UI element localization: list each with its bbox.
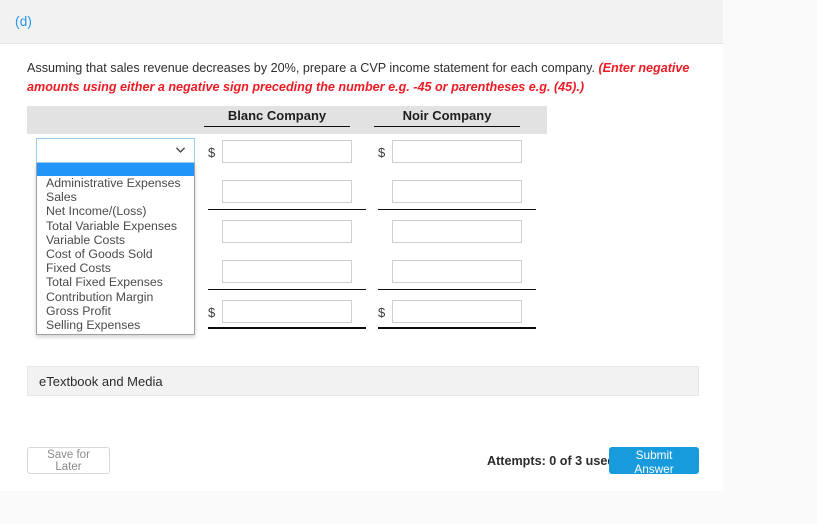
dropdown-option-total-fixed-expenses[interactable]: Total Fixed Expenses bbox=[37, 275, 194, 289]
dropdown-option-variable-costs[interactable]: Variable Costs bbox=[37, 233, 194, 247]
dropdown-option-fixed-costs[interactable]: Fixed Costs bbox=[37, 261, 194, 275]
account-select-wrapper: Administrative Expenses Sales Net Income… bbox=[36, 138, 195, 336]
subtotal-rule-blanc bbox=[208, 289, 366, 290]
column-header-blanc-company: Blanc Company bbox=[204, 108, 350, 127]
input-noir-row-4[interactable] bbox=[392, 260, 522, 283]
submit-answer-button[interactable]: Submit Answer bbox=[609, 447, 699, 476]
part-label: (d) bbox=[15, 14, 33, 29]
instruction-main: Assuming that sales revenue decreases by… bbox=[27, 61, 599, 75]
input-blanc-row-2[interactable] bbox=[222, 180, 352, 203]
dropdown-option-blank[interactable] bbox=[37, 163, 194, 176]
dropdown-option-net-income-loss[interactable]: Net Income/(Loss) bbox=[37, 204, 194, 218]
dropdown-option-total-variable-expenses[interactable]: Total Variable Expenses bbox=[37, 219, 194, 233]
dropdown-option-sales[interactable]: Sales bbox=[37, 190, 194, 204]
total-rule-blanc bbox=[208, 327, 366, 329]
instruction-text: Assuming that sales revenue decreases by… bbox=[27, 59, 699, 97]
card-body: Assuming that sales revenue decreases by… bbox=[0, 44, 723, 491]
account-name-select[interactable] bbox=[36, 138, 195, 163]
input-blanc-row-3[interactable] bbox=[222, 220, 352, 243]
input-noir-row-3[interactable] bbox=[392, 220, 522, 243]
dropdown-option-cost-of-goods-sold[interactable]: Cost of Goods Sold bbox=[37, 247, 194, 261]
subtotal-rule-noir bbox=[378, 289, 536, 290]
input-noir-row-5[interactable] bbox=[392, 300, 522, 323]
subtotal-rule-noir bbox=[378, 209, 536, 210]
dropdown-option-gross-profit[interactable]: Gross Profit bbox=[37, 304, 194, 318]
column-header-noir-company: Noir Company bbox=[374, 108, 520, 127]
input-blanc-row-1[interactable] bbox=[222, 140, 352, 163]
dollar-sign: $ bbox=[208, 305, 216, 320]
input-noir-row-1[interactable] bbox=[392, 140, 522, 163]
table-header-row: Blanc Company Noir Company bbox=[27, 106, 547, 134]
card-header: (d) bbox=[0, 0, 723, 44]
dollar-sign: $ bbox=[378, 145, 386, 160]
subtotal-rule-blanc bbox=[208, 209, 366, 210]
etextbook-and-media-bar[interactable]: eTextbook and Media bbox=[27, 366, 699, 396]
dropdown-option-selling-expenses[interactable]: Selling Expenses bbox=[37, 318, 194, 332]
table-row: Administrative Expenses Sales Net Income… bbox=[27, 134, 547, 336]
account-options-dropdown[interactable]: Administrative Expenses Sales Net Income… bbox=[36, 163, 195, 336]
chevron-down-icon bbox=[175, 147, 186, 153]
question-card: (d) Assuming that sales revenue decrease… bbox=[0, 0, 723, 491]
input-blanc-row-4[interactable] bbox=[222, 260, 352, 283]
dollar-sign: $ bbox=[378, 305, 386, 320]
etextbook-label: eTextbook and Media bbox=[39, 374, 163, 389]
save-for-later-button[interactable]: Save for Later bbox=[27, 447, 110, 474]
input-blanc-row-5[interactable] bbox=[222, 300, 352, 323]
dropdown-option-contribution-margin[interactable]: Contribution Margin bbox=[37, 290, 194, 304]
attempts-status: Attempts: 0 of 3 used bbox=[487, 454, 616, 468]
input-noir-row-2[interactable] bbox=[392, 180, 522, 203]
dollar-sign: $ bbox=[208, 145, 216, 160]
dropdown-option-administrative-expenses[interactable]: Administrative Expenses bbox=[37, 176, 194, 190]
cvp-income-statement-table: Blanc Company Noir Company Administrativ… bbox=[27, 106, 547, 336]
total-rule-noir bbox=[378, 327, 536, 329]
